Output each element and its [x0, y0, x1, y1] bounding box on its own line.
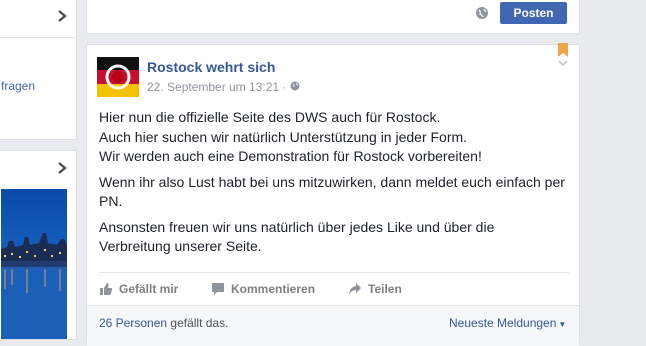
bookmark-icon[interactable]	[557, 43, 569, 57]
composer-footer: Posten	[86, 0, 580, 34]
caret-down-icon: ▼	[558, 320, 567, 329]
chevron-right-icon[interactable]	[56, 9, 68, 23]
thumbs-up-icon	[100, 283, 113, 295]
post-button[interactable]: Posten	[500, 2, 567, 24]
city-skyline-photo[interactable]	[1, 189, 67, 339]
right-gutter	[581, 0, 646, 329]
left-photo-card	[0, 150, 77, 340]
likes-summary-bar: 26 Personen gefällt das. Neueste Meldung…	[87, 305, 579, 346]
comment-button[interactable]: Kommentieren	[211, 281, 315, 297]
post-line: Auch hier suchen wir natürlich Unterstüt…	[99, 128, 468, 145]
comment-label: Kommentieren	[231, 282, 316, 296]
comment-icon	[212, 283, 224, 295]
post-line: Wir werden auch eine Demonstration für R…	[99, 148, 482, 164]
post-timestamp[interactable]: 22. September um 13:21 ·	[147, 80, 286, 94]
post-paragraph: Hier nun die offizielle Seite des DWS au…	[99, 108, 569, 167]
share-button[interactable]: Teilen	[348, 281, 402, 297]
post-paragraph: Ansonsten freuen wir uns natürlich über …	[99, 218, 495, 255]
comment-sort-dropdown[interactable]: Neueste Meldungen ▼	[449, 316, 566, 330]
sidebar-link[interactable]: fragen	[1, 79, 35, 93]
divider	[99, 272, 569, 273]
chevron-right-icon[interactable]	[56, 161, 68, 175]
likes-people-link[interactable]: 26 Personen	[99, 316, 167, 330]
sort-label: Neueste Meldungen	[449, 316, 557, 330]
page-name-link[interactable]: Rostock wehrt sich	[147, 59, 275, 75]
chevron-down-icon[interactable]	[557, 59, 569, 67]
globe-icon[interactable]	[475, 6, 489, 20]
page-avatar[interactable]	[97, 57, 139, 97]
post-line: Hier nun die offizielle Seite des DWS au…	[99, 109, 441, 125]
feed-post: Rostock wehrt sich 22. September um 13:2…	[86, 43, 580, 346]
left-sidebar-card: fragen	[0, 0, 77, 140]
share-icon	[349, 283, 361, 295]
globe-icon[interactable]	[290, 81, 300, 91]
like-button[interactable]: Gefällt mir	[99, 281, 178, 297]
likes-summary: 26 Personen gefällt das.	[99, 316, 228, 330]
like-label: Gefällt mir	[119, 282, 179, 296]
divider	[0, 37, 76, 38]
share-label: Teilen	[368, 282, 402, 296]
likes-suffix: gefällt das.	[167, 316, 229, 330]
post-paragraph: Wenn ihr also Lust habt bei uns mitzuwir…	[99, 173, 565, 210]
post-message: Hier nun die offizielle Seite des DWS au…	[99, 108, 569, 263]
